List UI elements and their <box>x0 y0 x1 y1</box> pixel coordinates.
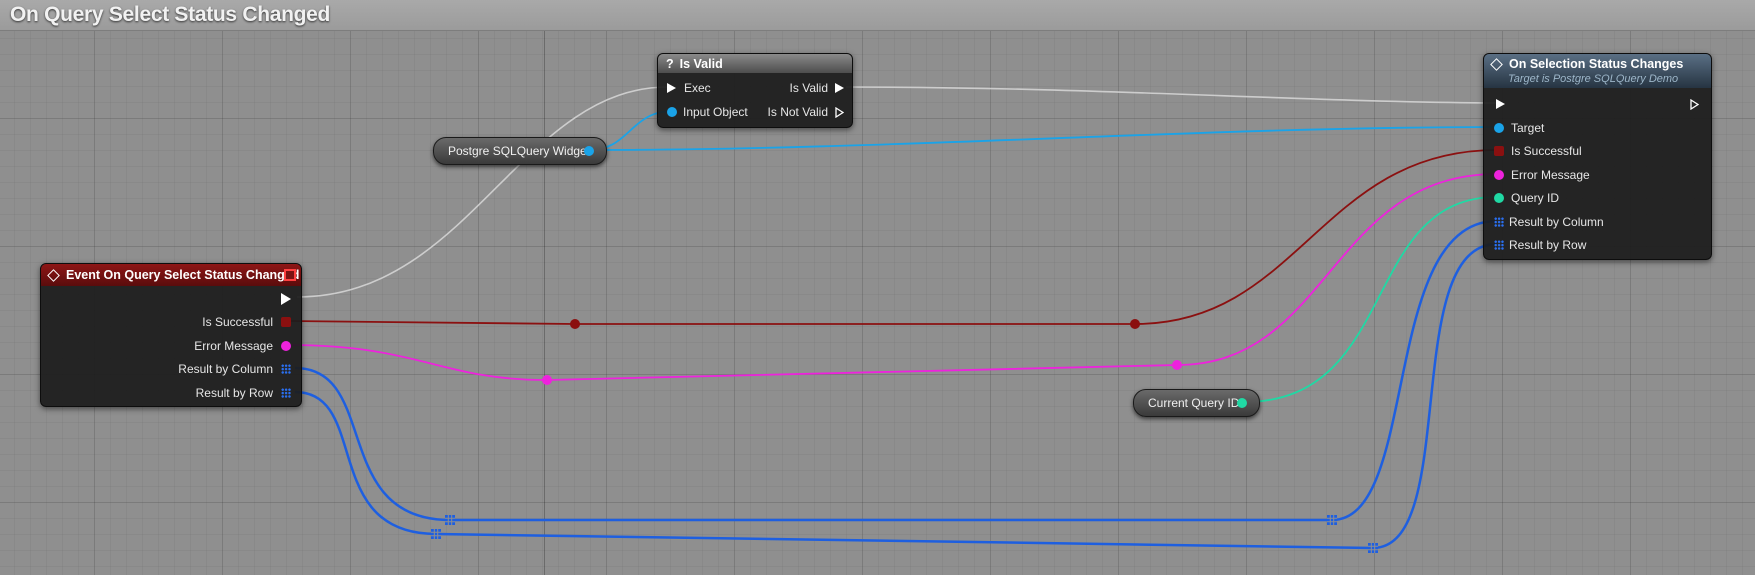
bool-pin-icon[interactable] <box>1494 146 1504 156</box>
object-pin-icon[interactable] <box>1494 123 1504 133</box>
object-pin-icon[interactable] <box>667 107 677 117</box>
pin-label: Result by Row <box>195 386 273 400</box>
bool-wire-knot[interactable] <box>570 319 580 329</box>
pin-label: Is Valid <box>789 81 828 95</box>
event-pin-result-by-row: Result by Row <box>196 385 291 401</box>
event-diamond-icon <box>47 268 60 282</box>
pin-label: Input Object <box>683 105 748 119</box>
exec-input-pin-icon[interactable] <box>667 83 676 93</box>
event-delegate-pin-icon[interactable] <box>284 269 296 281</box>
pin-label: Error Message <box>194 339 273 353</box>
array-pin-icon[interactable] <box>1494 240 1504 250</box>
event-node-title: Event On Query Select Status Changed <box>66 268 300 282</box>
exec-output-hollow-pin-icon[interactable] <box>1690 98 1699 110</box>
on-selection-pin-result-by-column: Result by Column <box>1494 214 1604 230</box>
event-exec-output-row <box>281 291 291 307</box>
on-selection-status-node[interactable]: On Selection Status Changes Target is Po… <box>1483 53 1712 260</box>
exec-output-hollow-pin-icon[interactable] <box>835 106 844 118</box>
event-pin-error-message: Error Message <box>194 338 291 354</box>
question-icon: ? <box>666 56 674 71</box>
pin-label: Query ID <box>1511 191 1560 205</box>
string-pin-icon[interactable] <box>1494 170 1504 180</box>
array-pin-icon[interactable] <box>1494 217 1504 227</box>
is-valid-node[interactable]: ? Is Valid Exec Input Object Is Valid Is… <box>657 53 853 128</box>
array-wire-result-by-column[interactable] <box>294 219 1498 522</box>
array-wire-knot[interactable] <box>431 529 441 539</box>
on-selection-pin-is-successful: Is Successful <box>1494 143 1582 159</box>
pin-label: Is Successful <box>202 315 273 329</box>
event-node[interactable]: Event On Query Select Status Changed Is … <box>40 263 302 407</box>
event-pin-result-by-column: Result by Column <box>178 361 291 377</box>
on-selection-title: On Selection Status Changes <box>1509 57 1684 71</box>
array-wire-knot[interactable] <box>1368 543 1378 553</box>
function-diamond-icon <box>1490 58 1503 71</box>
array-wire-knot[interactable] <box>1327 515 1337 525</box>
is-valid-header[interactable]: ? Is Valid <box>658 54 852 73</box>
array-pin-icon[interactable] <box>281 388 291 398</box>
pin-label: Target <box>1511 121 1545 135</box>
on-selection-pin-result-by-row: Result by Row <box>1494 237 1586 253</box>
variable-label: Postgre SQLQuery Widget <box>448 144 591 158</box>
pin-label: Is Not Valid <box>767 105 828 119</box>
string-wire-knot[interactable] <box>1172 360 1182 370</box>
bool-wire-is-successful[interactable] <box>288 149 1498 325</box>
pin-label: Result by Column <box>178 362 273 376</box>
bool-pin-icon[interactable] <box>281 317 291 327</box>
exec-input-pin-icon[interactable] <box>1496 99 1505 109</box>
event-node-header[interactable]: Event On Query Select Status Changed <box>41 264 301 286</box>
exec-wire-event-to-isvalid[interactable] <box>296 86 669 298</box>
is-valid-title: Is Valid <box>679 56 723 71</box>
pin-label: Is Successful <box>1511 144 1582 158</box>
event-pin-is-successful: Is Successful <box>202 314 291 330</box>
string-wire-error-message[interactable] <box>288 173 1498 381</box>
on-selection-exec-output <box>1690 96 1699 112</box>
on-selection-pin-target: Target <box>1494 120 1544 136</box>
pin-label: Exec <box>684 81 711 95</box>
bool-wire-knot[interactable] <box>1130 319 1140 329</box>
pin-label: Error Message <box>1511 168 1590 182</box>
queryid-pin-icon[interactable] <box>1237 398 1247 408</box>
is-valid-output-valid: Is Valid <box>790 80 844 96</box>
string-pin-icon[interactable] <box>281 341 291 351</box>
string-wire-knot[interactable] <box>542 375 552 385</box>
array-pin-icon[interactable] <box>281 364 291 374</box>
is-valid-exec-input: Exec <box>667 80 711 96</box>
is-valid-object-input: Input Object <box>667 104 748 120</box>
on-selection-pin-error-message: Error Message <box>1494 167 1590 183</box>
on-selection-header[interactable]: On Selection Status Changes Target is Po… <box>1484 54 1711 88</box>
on-selection-exec-input <box>1496 96 1505 112</box>
array-wire-knot[interactable] <box>445 515 455 525</box>
exec-wire-isvalid-to-selection[interactable] <box>845 86 1498 104</box>
is-valid-output-not-valid: Is Not Valid <box>768 104 844 120</box>
array-wire-result-by-row[interactable] <box>294 242 1498 550</box>
pin-label: Result by Row <box>1509 238 1587 252</box>
exec-output-pin-icon[interactable] <box>281 293 291 305</box>
postgre-widget-variable[interactable]: Postgre SQLQuery Widget <box>433 137 607 165</box>
on-selection-subtitle: Target is Postgre SQLQuery Demo <box>1508 73 1679 85</box>
current-query-id-variable[interactable]: Current Query ID <box>1133 389 1260 417</box>
exec-output-pin-icon[interactable] <box>835 83 844 93</box>
pin-label: Result by Column <box>1509 215 1604 229</box>
on-selection-pin-query-id: Query ID <box>1494 190 1559 206</box>
variable-label: Current Query ID <box>1148 396 1240 410</box>
object-wire-widget-to-target[interactable] <box>588 126 1498 151</box>
object-pin-icon[interactable] <box>584 146 594 156</box>
queryid-pin-icon[interactable] <box>1494 193 1504 203</box>
